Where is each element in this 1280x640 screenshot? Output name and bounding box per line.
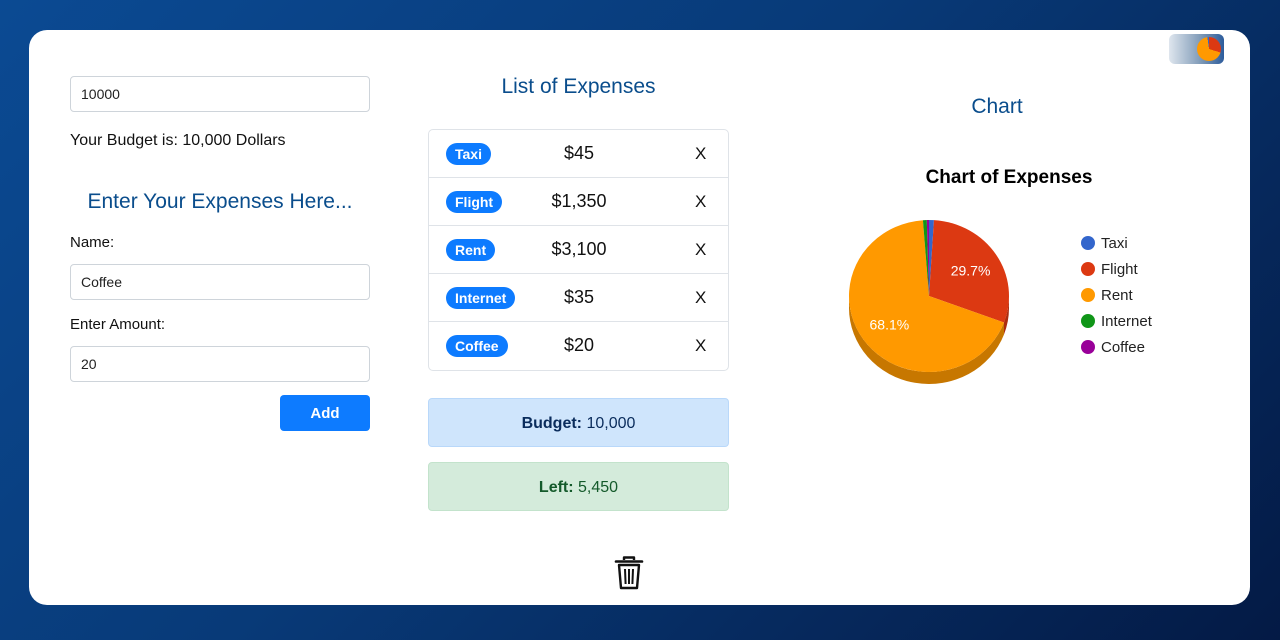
delete-expense-button[interactable]: X: [695, 144, 706, 164]
expense-name-badge: Taxi: [446, 143, 491, 165]
pie-data-label: 29.7%: [951, 262, 991, 278]
amount-label: Enter Amount:: [70, 316, 166, 333]
budget-summary-label: Budget:: [521, 415, 583, 432]
name-label: Name:: [70, 234, 115, 251]
delete-expense-button[interactable]: X: [695, 240, 706, 260]
legend-label[interactable]: Internet: [1101, 313, 1153, 330]
expense-list-title: List of Expenses: [501, 75, 656, 98]
budget-display: Your Budget is: 10,000 Dollars: [70, 132, 286, 149]
legend-label[interactable]: Coffee: [1101, 339, 1145, 356]
expense-name-input[interactable]: [70, 264, 370, 300]
expense-name-badge: Internet: [446, 287, 516, 309]
expense-form-title: Enter Your Expenses Here...: [87, 190, 353, 213]
list-item: Coffee $20 X: [429, 322, 728, 368]
pie-chart: 29.7% 68.1% Taxi Flight Rent Internet Coffee: [849, 220, 1153, 384]
remaining-summary: Left: 5,450: [428, 462, 729, 511]
legend-label[interactable]: Flight: [1101, 261, 1139, 278]
expense-list: Taxi $45 X Flight $1,350 X Rent $3,100 X…: [428, 129, 729, 371]
expense-amount: $35: [563, 287, 595, 307]
pie-data-label: 68.1%: [870, 316, 910, 332]
budget-summary-value: 10,000: [586, 415, 636, 432]
list-item: Flight $1,350 X: [429, 178, 728, 226]
trash-icon[interactable]: [613, 555, 645, 591]
expense-amount-input[interactable]: [70, 346, 370, 382]
budget-input[interactable]: [70, 76, 370, 112]
legend-label[interactable]: Rent: [1101, 287, 1134, 304]
expense-name-badge: Rent: [446, 239, 496, 261]
expense-name-badge: Flight: [446, 191, 503, 213]
legend-swatch: [1081, 314, 1095, 328]
list-item: Internet $35 X: [429, 274, 728, 322]
mini-pie-icon: [1197, 37, 1221, 61]
expense-amount: $1,350: [551, 191, 607, 211]
delete-expense-button[interactable]: X: [695, 288, 706, 308]
legend-swatch: [1081, 262, 1095, 276]
legend-swatch: [1081, 340, 1095, 354]
chart-heading: Chart: [971, 95, 1023, 118]
list-item: Rent $3,100 X: [429, 226, 728, 274]
expense-amount: $20: [563, 335, 595, 355]
chart-title: Chart of Expenses: [925, 167, 1093, 188]
remaining-summary-value: 5,450: [578, 479, 619, 496]
delete-expense-button[interactable]: X: [695, 192, 706, 212]
expense-amount: $3,100: [551, 239, 607, 259]
remaining-summary-label: Left:: [538, 479, 574, 496]
chart-thumbnail[interactable]: [1169, 34, 1224, 64]
budget-summary: Budget: 10,000: [428, 398, 729, 447]
app-card: Your Budget is: 10,000 Dollars Enter You…: [29, 30, 1250, 605]
legend-swatch: [1081, 288, 1095, 302]
expense-name-badge: Coffee: [446, 335, 508, 357]
expense-amount: $45: [563, 143, 595, 163]
list-item: Taxi $45 X: [429, 130, 728, 178]
legend-label[interactable]: Taxi: [1101, 235, 1128, 252]
add-button[interactable]: Add: [280, 395, 370, 431]
delete-expense-button[interactable]: X: [695, 336, 706, 356]
legend-swatch: [1081, 236, 1095, 250]
